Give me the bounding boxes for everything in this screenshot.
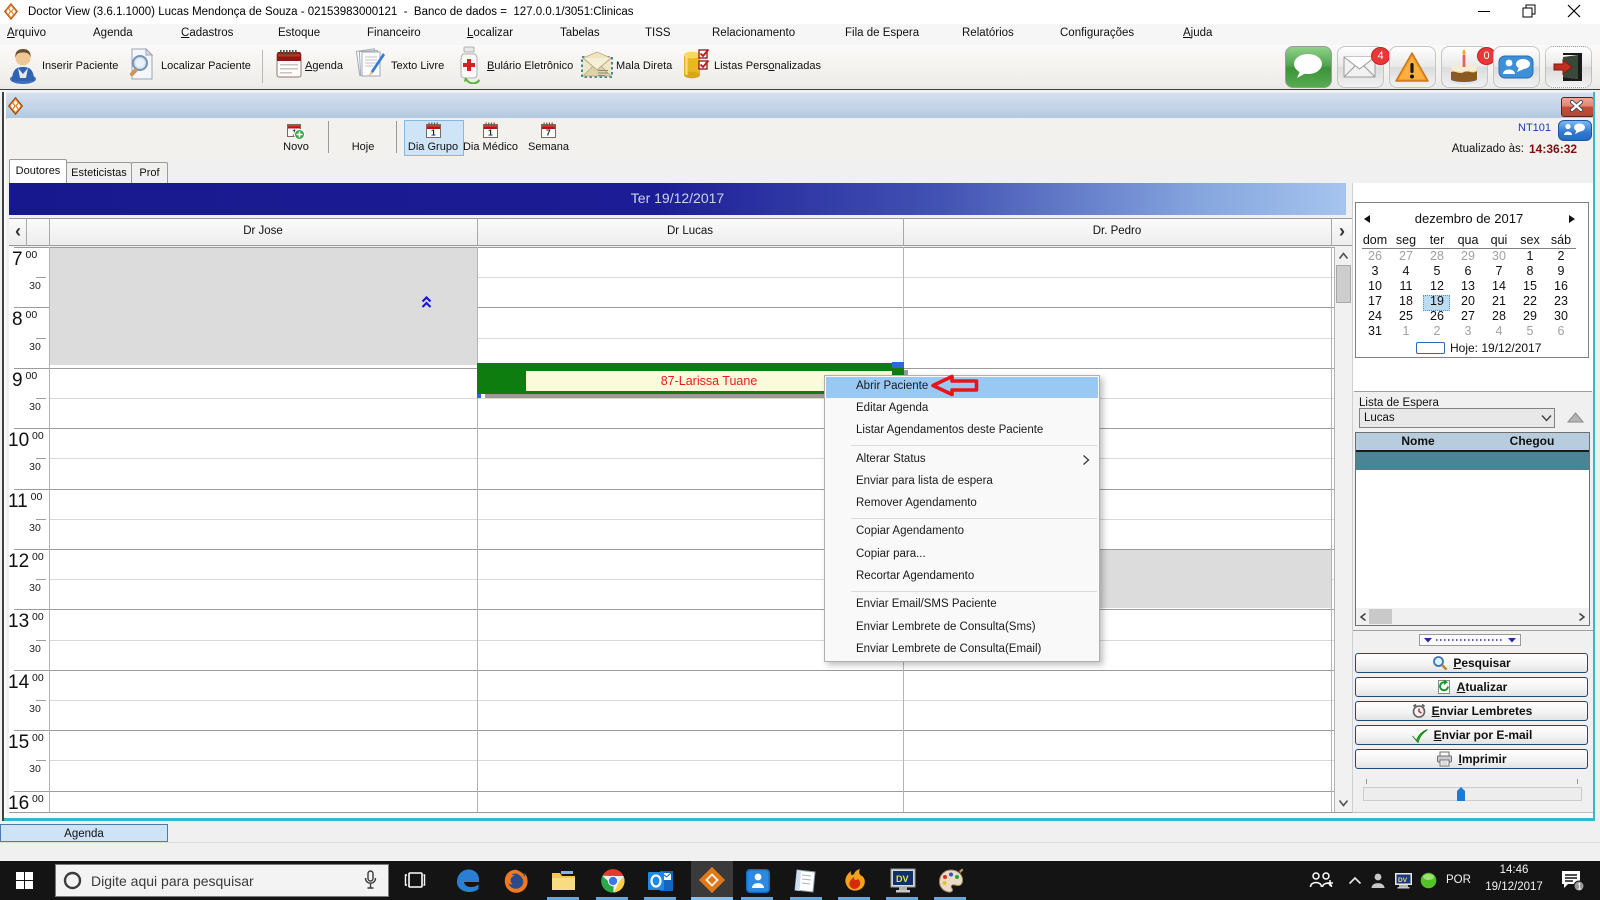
svg-text:DV: DV	[1398, 877, 1408, 884]
svg-text:1: 1	[431, 128, 436, 138]
svg-text:7: 7	[546, 128, 551, 138]
svg-text:DV: DV	[896, 874, 909, 884]
svg-text:1: 1	[488, 128, 493, 138]
svg-text:1: 1	[1577, 882, 1582, 892]
